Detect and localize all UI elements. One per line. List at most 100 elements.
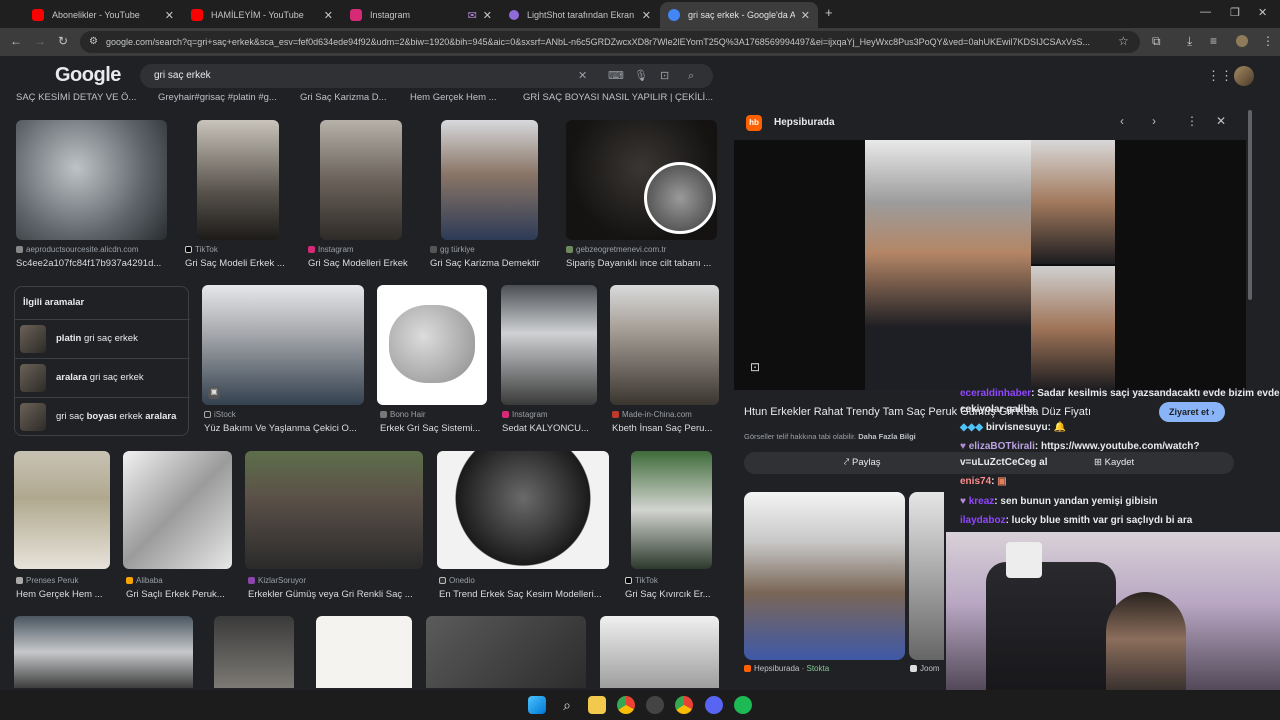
result-source[interactable]: aeproductsourcesite.alicdn.com bbox=[16, 245, 166, 254]
windows-start-icon[interactable] bbox=[528, 696, 546, 714]
window-close-icon[interactable]: ✕ bbox=[1258, 6, 1267, 19]
more-icon[interactable]: ⋮ bbox=[1186, 114, 1198, 128]
result-image[interactable] bbox=[316, 616, 412, 688]
search-input[interactable]: gri saç erkek ✕ ⌨ 🎙 ⊡ ⌕ bbox=[140, 64, 713, 88]
result-source[interactable]: KizlarSoruyor bbox=[248, 576, 428, 585]
result-source[interactable]: Onedio bbox=[439, 576, 609, 585]
result-image[interactable] bbox=[441, 120, 538, 240]
similar-source[interactable]: Hepsiburada · Stokta bbox=[744, 664, 829, 673]
panel-title[interactable]: Htun Erkekler Rahat Trendy Tam Saç Peruk… bbox=[744, 406, 1154, 418]
related-chip[interactable]: Greyhair#grisaç #platin #g... bbox=[158, 92, 290, 103]
result-image[interactable] bbox=[197, 120, 279, 240]
result-caption[interactable]: Sipariş Dayanıklı ince cilt tabanı ... bbox=[566, 258, 716, 269]
close-icon[interactable]: ✕ bbox=[324, 9, 333, 22]
tab-youtube-hamileyim[interactable]: HAMİLEYİM - YouTube ✕ bbox=[183, 2, 341, 28]
preview-image-area[interactable]: ⊡ bbox=[734, 140, 1246, 390]
result-source[interactable]: TikTok bbox=[185, 245, 295, 254]
minimize-icon[interactable]: — bbox=[1200, 6, 1211, 18]
download-icon[interactable]: ⤓ bbox=[1187, 34, 1192, 49]
similar-image[interactable] bbox=[744, 492, 905, 660]
panel-site-name[interactable]: Hepsiburada bbox=[774, 117, 835, 128]
close-icon[interactable]: ✕ bbox=[165, 9, 174, 22]
result-image[interactable] bbox=[566, 120, 717, 240]
tab-lightshot[interactable]: LightShot tarafından Ekran Gör... ✕ bbox=[501, 2, 659, 28]
file-explorer-icon[interactable] bbox=[588, 696, 606, 714]
related-chip[interactable]: GRİ SAÇ BOYASI NASIL YAPILIR | ÇEKİLİ... bbox=[523, 92, 718, 103]
result-source[interactable]: gebzeogretmenevi.com.tr bbox=[566, 245, 716, 254]
result-image[interactable] bbox=[14, 616, 193, 688]
google-logo[interactable]: Google bbox=[55, 64, 121, 87]
tab-instagram[interactable]: Instagram ✉ ✕ bbox=[342, 2, 500, 28]
result-image[interactable] bbox=[501, 285, 597, 405]
tab-youtube-subscriptions[interactable]: Abonelikler - YouTube ✕ bbox=[24, 2, 182, 28]
result-caption[interactable]: Sedat KALYONCU... bbox=[502, 423, 597, 434]
lens-icon[interactable]: ⊡ bbox=[660, 64, 669, 88]
result-image[interactable] bbox=[631, 451, 712, 569]
reading-list-icon[interactable]: ≡ bbox=[1210, 34, 1217, 48]
back-icon[interactable]: ← bbox=[10, 34, 22, 48]
scrollbar[interactable] bbox=[1248, 110, 1252, 300]
search-icon[interactable]: ⌕ bbox=[688, 64, 694, 88]
related-chip[interactable]: Gri Saç Karizma D... bbox=[300, 92, 400, 103]
result-caption[interactable]: Kbeth İnsan Saç Peru... bbox=[612, 423, 720, 434]
result-caption[interactable]: Gri Saç Modelleri Erkek bbox=[308, 258, 418, 269]
share-button[interactable]: ⤤ Paylaş bbox=[844, 457, 881, 468]
result-caption[interactable]: Gri Saç Kıvırcık Er... bbox=[625, 589, 720, 600]
related-item-boyasi[interactable]: gri saç boyası erkek aralara bbox=[15, 397, 190, 435]
result-image[interactable] bbox=[123, 451, 232, 569]
result-source[interactable]: Bono Hair bbox=[380, 410, 490, 419]
result-caption[interactable]: Gri Saç Modeli Erkek ... bbox=[185, 258, 295, 269]
close-icon[interactable]: ✕ bbox=[642, 9, 651, 22]
result-caption[interactable]: Erkek Gri Saç Sistemi... bbox=[380, 423, 490, 434]
result-image[interactable] bbox=[214, 616, 294, 688]
result-image[interactable] bbox=[426, 616, 586, 688]
result-source[interactable]: gg türkiye bbox=[430, 245, 550, 254]
result-caption[interactable]: Sc4ee2a107fc84f17b937a4291d... bbox=[16, 258, 166, 269]
save-button[interactable]: ⊞ Kaydet bbox=[1094, 457, 1134, 468]
result-source[interactable]: Prenses Peruk bbox=[16, 576, 116, 585]
result-source[interactable]: iStock bbox=[204, 410, 364, 419]
lens-icon[interactable]: ⊡ bbox=[750, 360, 760, 374]
result-source[interactable]: Alibaba bbox=[126, 576, 236, 585]
result-image[interactable] bbox=[245, 451, 423, 569]
result-caption[interactable]: Yüz Bakımı Ve Yaşlanma Çekici O... bbox=[204, 423, 364, 434]
result-image[interactable] bbox=[610, 285, 719, 405]
menu-icon[interactable]: ⋮ bbox=[1262, 34, 1274, 48]
related-item-aralara[interactable]: aralara gri saç erkek bbox=[15, 358, 190, 396]
result-image[interactable] bbox=[14, 451, 110, 569]
result-source[interactable]: TikTok bbox=[625, 576, 720, 585]
prev-icon[interactable]: ‹ bbox=[1120, 114, 1124, 128]
close-icon[interactable]: ✕ bbox=[801, 9, 810, 22]
result-image[interactable] bbox=[437, 451, 609, 569]
visit-button[interactable]: Ziyaret et › bbox=[1159, 402, 1225, 422]
profile-avatar[interactable] bbox=[1236, 35, 1248, 47]
next-icon[interactable]: › bbox=[1152, 114, 1156, 128]
close-icon[interactable]: ✕ bbox=[483, 9, 492, 22]
bookmark-star-icon[interactable]: ☆ bbox=[1118, 34, 1129, 48]
related-chip[interactable]: SAÇ KESİMİ DETAY VE Ö... bbox=[16, 92, 148, 103]
app-icon[interactable] bbox=[646, 696, 664, 714]
search-icon[interactable]: ⌕ bbox=[558, 696, 576, 714]
result-caption[interactable]: Hem Gerçek Hem ... bbox=[16, 589, 116, 600]
result-image[interactable]: ▣ bbox=[202, 285, 364, 405]
result-image[interactable] bbox=[16, 120, 167, 240]
new-tab-icon[interactable]: + bbox=[825, 5, 833, 20]
close-panel-icon[interactable]: ✕ bbox=[1216, 114, 1226, 128]
similar-source[interactable]: Joom bbox=[910, 664, 940, 673]
chrome-icon[interactable] bbox=[617, 696, 635, 714]
result-caption[interactable]: Gri Saç Karizma Demektir bbox=[430, 258, 555, 269]
extensions-icon[interactable]: ⧉ bbox=[1152, 34, 1161, 49]
result-caption[interactable]: Gri Saçlı Erkek Peruk... bbox=[126, 589, 236, 600]
result-source[interactable]: Made-in-China.com bbox=[612, 410, 720, 419]
result-image[interactable] bbox=[377, 285, 487, 405]
url-field[interactable]: ⚙ google.com/search?q=gri+saç+erkek&sca_… bbox=[80, 31, 1140, 53]
related-item-platin[interactable]: platin gri saç erkek bbox=[15, 319, 190, 357]
chrome-icon[interactable] bbox=[675, 696, 693, 714]
spotify-icon[interactable] bbox=[734, 696, 752, 714]
clear-icon[interactable]: ✕ bbox=[578, 64, 587, 88]
related-chip[interactable]: Hem Gerçek Hem ... bbox=[410, 92, 510, 103]
result-caption[interactable]: En Trend Erkek Saç Kesim Modelleri... bbox=[439, 589, 609, 600]
reload-icon[interactable]: ↻ bbox=[58, 34, 68, 48]
result-source[interactable]: Instagram bbox=[502, 410, 602, 419]
result-image[interactable] bbox=[320, 120, 402, 240]
